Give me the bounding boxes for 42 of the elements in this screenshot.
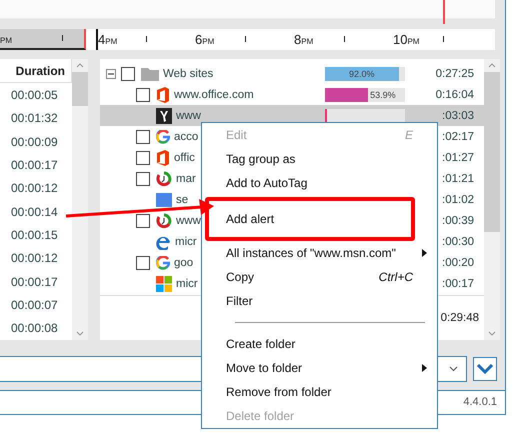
- duration-cell-text: 00:00:15: [10, 226, 59, 244]
- time-label: :02:17: [442, 130, 474, 143]
- site-name: se: [176, 194, 188, 206]
- time-label: :00:30: [442, 236, 474, 248]
- duration-cell-text: 00:00:12: [10, 250, 59, 268]
- hour-label: 6PM: [195, 32, 214, 47]
- time-label: :00:39: [442, 215, 474, 228]
- site-name: mar: [176, 172, 196, 185]
- time-label: :01:02: [442, 194, 474, 206]
- duration-cell-text: 00:00:05: [10, 86, 59, 104]
- total-time: 0:29:48: [440, 312, 479, 324]
- site-name: offic: [174, 152, 195, 164]
- site-name: www: [176, 110, 201, 122]
- duration-cell-text: 00:00:14: [10, 204, 59, 221]
- duration-cell-text: 00:00:17: [10, 274, 59, 291]
- time-label: :00:20: [442, 257, 474, 270]
- time-label: :00:17: [442, 278, 474, 290]
- site-name: goo: [174, 257, 194, 270]
- duration-cell-text: 00:00:07: [10, 296, 59, 314]
- time-label: 0:27:25: [436, 68, 474, 80]
- time-label: :01:21: [442, 172, 474, 185]
- site-name: www.office.com: [174, 88, 254, 101]
- time-label: :03:03: [442, 110, 474, 122]
- site-name: micr: [175, 236, 197, 248]
- duration-cell-text: 00:00:12: [10, 180, 59, 198]
- share-label: 92.0%: [348, 68, 376, 79]
- hour-label: 8PM: [294, 32, 314, 47]
- hour-label: PM: [0, 34, 12, 46]
- duration-cell-text: 00:00:17: [10, 156, 59, 174]
- site-name: acco: [174, 130, 198, 143]
- hour-label: 10PM: [393, 32, 420, 47]
- time-label: 0:16:04: [436, 88, 474, 101]
- version-label: 4.4.0.1: [463, 396, 497, 408]
- share-label: 53.9%: [369, 90, 397, 100]
- site-name: micr: [176, 278, 198, 290]
- site-name: Web sites: [163, 68, 214, 80]
- time-label: :01:27: [442, 152, 474, 164]
- duration-cell-text: 00:00:08: [10, 320, 59, 338]
- duration-cell-text: 00:00:09: [10, 134, 59, 151]
- duration-cell-text: 00:01:32: [10, 110, 59, 128]
- hour-label: 4PM: [98, 32, 118, 47]
- site-name: www: [176, 215, 201, 228]
